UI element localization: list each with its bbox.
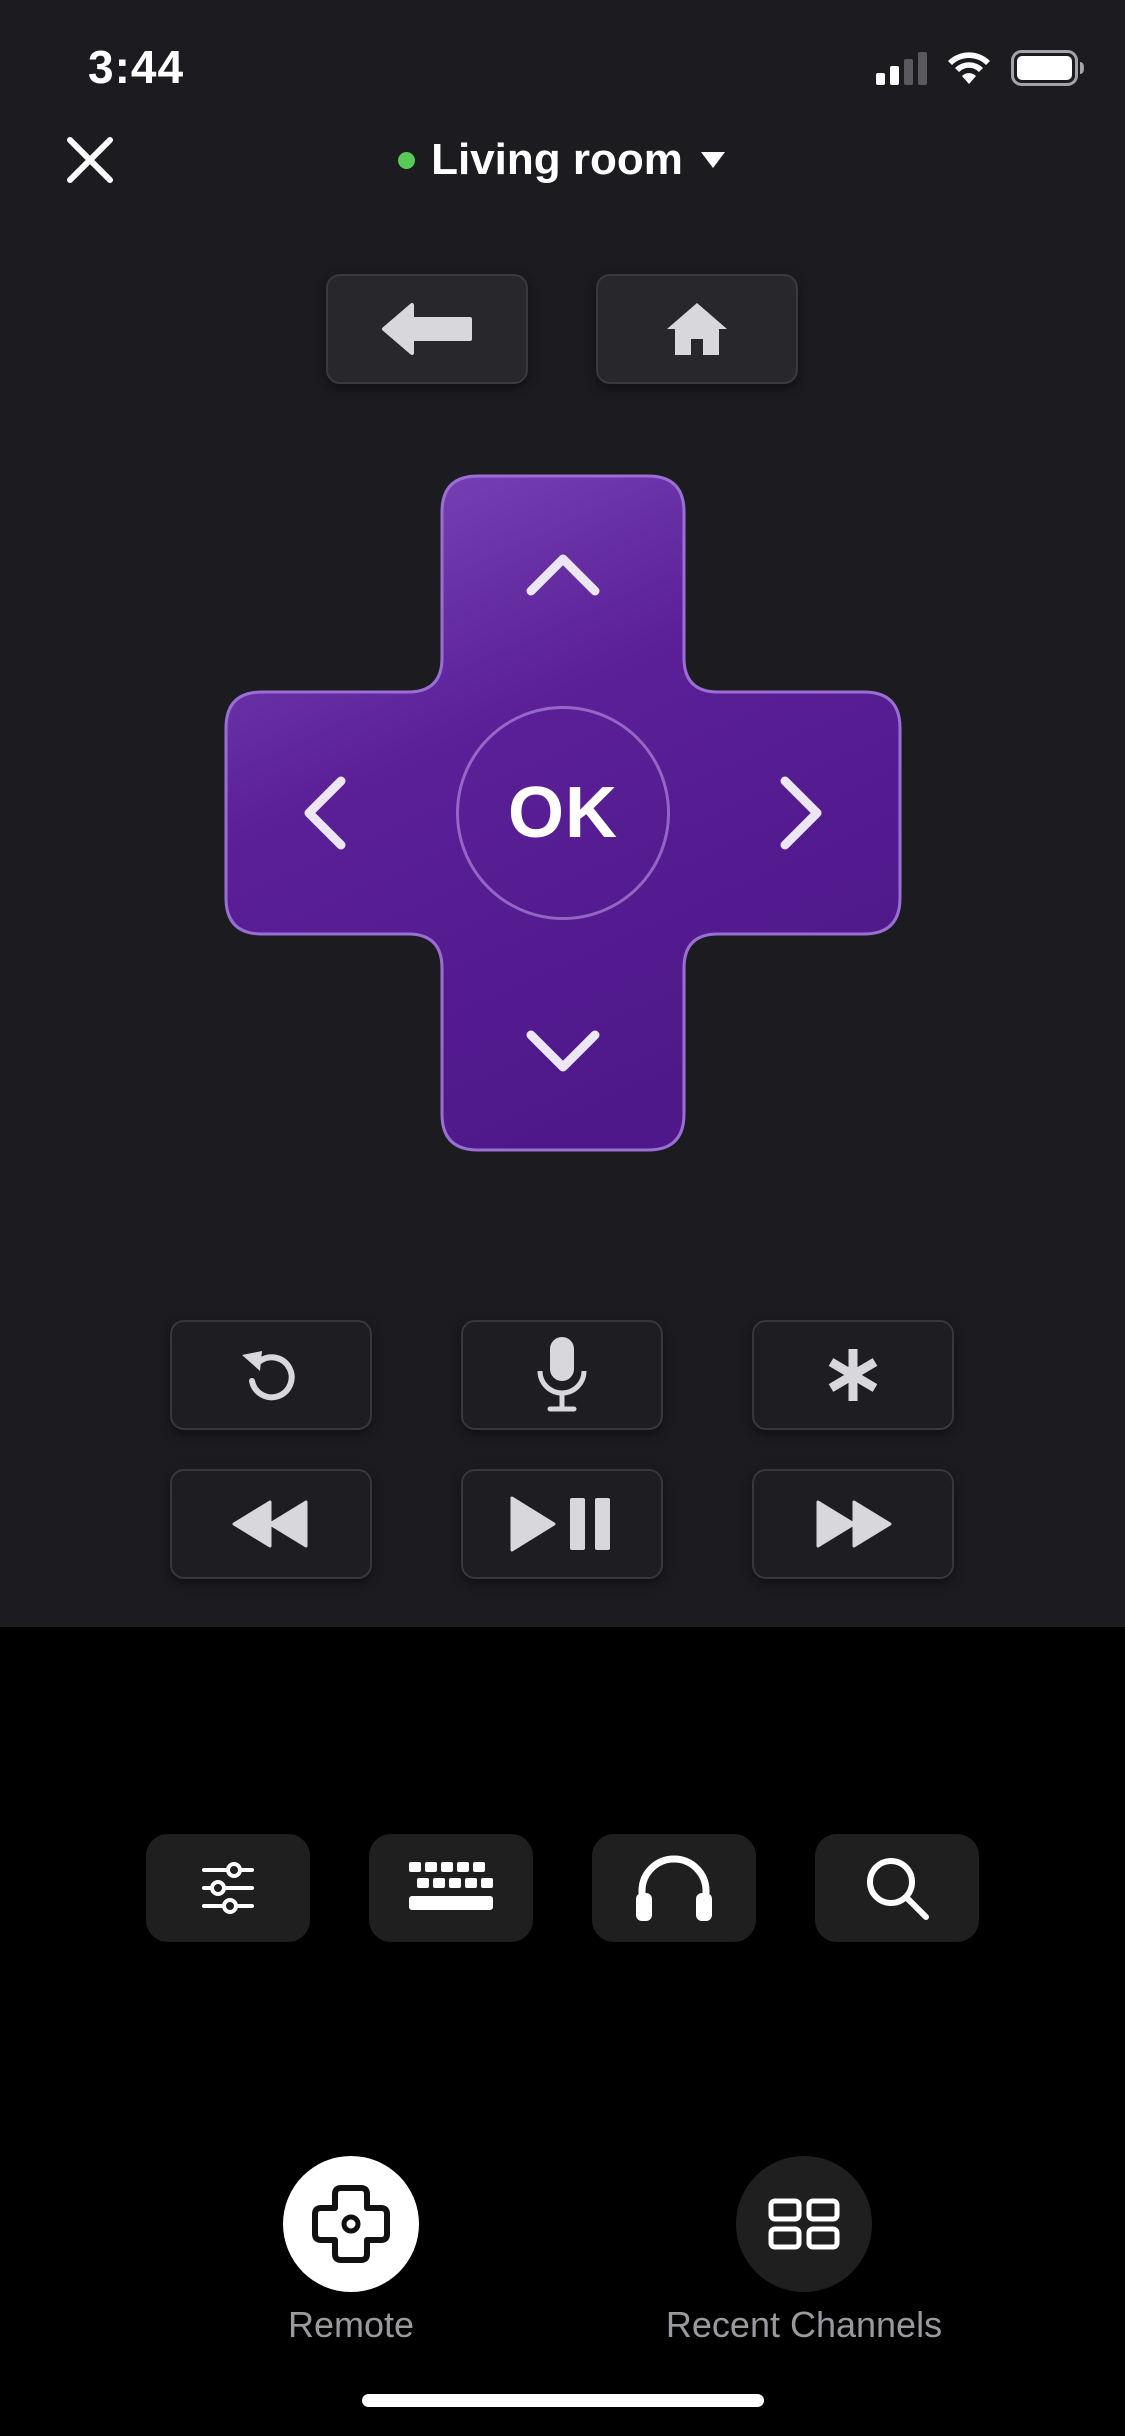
- ok-label: OK: [508, 773, 618, 853]
- nav-remote-circle: [283, 2156, 419, 2292]
- device-selector[interactable]: Living room: [0, 128, 1125, 192]
- nav-remote-tab[interactable]: Remote: [202, 2156, 500, 2346]
- status-icons: [876, 50, 1085, 86]
- headphones-icon: [636, 1855, 712, 1921]
- home-button[interactable]: [596, 274, 798, 384]
- dpad-left-button[interactable]: [224, 692, 424, 934]
- dpad-right-button[interactable]: [702, 692, 902, 934]
- keyboard-button[interactable]: [369, 1834, 533, 1942]
- ok-button[interactable]: OK: [456, 706, 670, 920]
- rewind-icon: [232, 1500, 308, 1548]
- chevron-right-icon: [780, 776, 822, 850]
- play-pause-button[interactable]: [461, 1469, 663, 1579]
- search-icon: [867, 1858, 929, 1920]
- dpad-icon: [312, 2185, 390, 2263]
- play-pause-icon: [510, 1496, 610, 1552]
- wifi-icon: [948, 52, 990, 84]
- back-arrow-icon: [382, 303, 472, 355]
- chevron-left-icon: [304, 776, 346, 850]
- home-indicator[interactable]: [362, 2394, 764, 2407]
- device-online-indicator: [398, 151, 416, 169]
- back-button[interactable]: [326, 274, 528, 384]
- instant-replay-button[interactable]: [170, 1320, 372, 1430]
- nav-remote-label: Remote: [287, 2304, 415, 2345]
- options-button[interactable]: [752, 1320, 954, 1430]
- voice-search-button[interactable]: [461, 1320, 663, 1430]
- nav-recent-channels-label: Recent Channels: [665, 2304, 943, 2345]
- caret-down-icon: [700, 152, 725, 168]
- replay-icon: [242, 1351, 295, 1401]
- grid-icon: [768, 2198, 840, 2250]
- cellular-signal-icon: [876, 51, 927, 85]
- rewind-button[interactable]: [170, 1469, 372, 1579]
- nav-recent-channels-tab[interactable]: Recent Channels: [604, 2156, 1004, 2346]
- chevron-down-icon: [526, 1030, 600, 1072]
- battery-icon: [1011, 50, 1084, 86]
- status-time: 3:44: [88, 41, 185, 93]
- fast-forward-button[interactable]: [752, 1469, 954, 1579]
- sliders-icon: [202, 1862, 254, 1914]
- microphone-icon: [537, 1337, 587, 1412]
- private-listening-button[interactable]: [592, 1834, 756, 1942]
- dpad-up-button[interactable]: [442, 474, 684, 674]
- home-icon: [667, 303, 727, 355]
- keyboard-icon: [409, 1862, 493, 1910]
- settings-sliders-button[interactable]: [146, 1834, 310, 1942]
- asterisk-icon: [828, 1349, 878, 1401]
- roku-remote-screen: 3:44 Living room OK Remote Recent Channe…: [0, 0, 1125, 2436]
- dpad-down-button[interactable]: [442, 952, 684, 1152]
- chevron-up-icon: [526, 554, 600, 596]
- search-button[interactable]: [815, 1834, 979, 1942]
- device-name: Living room: [431, 135, 683, 184]
- nav-recent-channels-circle: [736, 2156, 872, 2292]
- dpad: OK: [224, 474, 902, 1152]
- remote-panel: 3:44 Living room OK: [0, 0, 1125, 1628]
- fast-forward-icon: [816, 1500, 892, 1548]
